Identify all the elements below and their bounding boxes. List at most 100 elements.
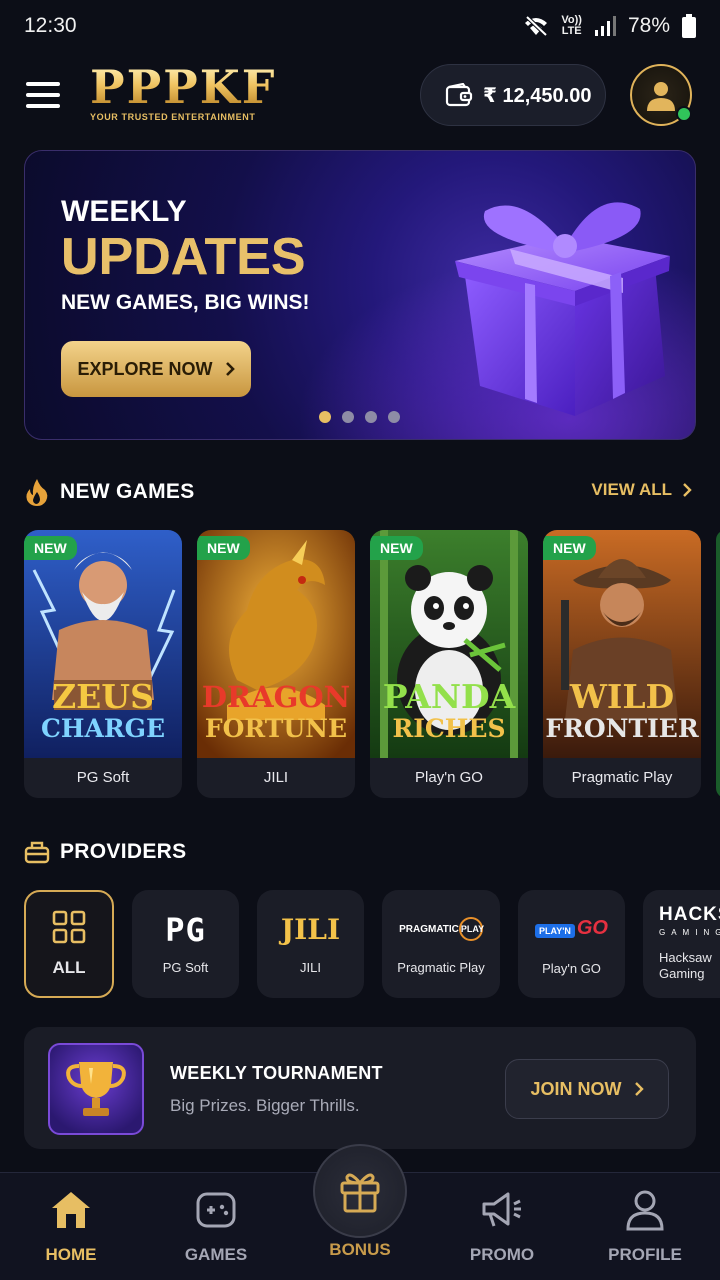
logo-subtitle: YOUR TRUSTED ENTERTAINMENT	[90, 112, 256, 122]
nav-bonus-button[interactable]	[313, 1144, 407, 1238]
provider-label: Hacksaw Gaming	[659, 950, 712, 981]
join-now-label: JOIN NOW	[530, 1078, 622, 1099]
explore-now-button[interactable]: EXPLORE NOW	[61, 341, 251, 397]
carousel-indicator	[319, 411, 400, 423]
nav-bonus-label: BONUS	[329, 1240, 391, 1259]
game-provider: JILI	[197, 758, 355, 798]
chevron-right-icon	[683, 483, 692, 497]
carousel-dot-3[interactable]	[365, 411, 377, 423]
game-title: DRAGON FORTUNE	[201, 680, 351, 743]
game-title: WILD FRONTIER	[545, 677, 699, 744]
nav-games[interactable]: GAMES	[156, 1187, 276, 1265]
nav-promo[interactable]: PROMO	[442, 1187, 562, 1265]
new-games-title: NEW GAMES	[60, 480, 195, 503]
signal-icon	[594, 16, 616, 36]
online-status-dot	[676, 106, 692, 122]
view-all-link[interactable]: VIEW ALL	[591, 480, 692, 500]
providers-title: PROVIDERS	[60, 840, 187, 863]
status-indicators: Vo)) LTE 78%	[523, 14, 696, 38]
pragmatic-play-logo: PRAGMATIC PLAY	[399, 914, 484, 946]
battery-icon	[682, 14, 696, 38]
next-game-peek[interactable]	[716, 530, 720, 798]
carousel-dot-1[interactable]	[319, 411, 331, 423]
new-badge: NEW	[543, 536, 596, 560]
avatar[interactable]	[630, 64, 692, 126]
join-now-button[interactable]: JOIN NOW	[505, 1059, 669, 1119]
wifi-off-icon	[525, 15, 548, 37]
game-card-wild-frontier[interactable]: NEW WILD FRONTIER Pragmatic Play	[543, 530, 701, 798]
nav-home[interactable]: HOME	[11, 1187, 131, 1265]
gamepad-icon	[196, 1192, 236, 1228]
provider-label: PG Soft	[162, 959, 209, 975]
megaphone-icon	[482, 1192, 521, 1227]
trophy-icon	[48, 1043, 144, 1135]
hacksaw-logo: HACKSAWGAMING	[659, 904, 720, 937]
flame-icon	[26, 479, 48, 506]
gift-box-illustration	[455, 202, 670, 416]
wallet-icon	[445, 83, 473, 107]
carousel-dot-4[interactable]	[388, 411, 400, 423]
app-header: PPPKF YOUR TRUSTED ENTERTAINMENT ₹ 12,45…	[0, 62, 720, 128]
status-bar: 12:30 Vo)) LTE 78%	[0, 0, 720, 52]
nav-label: HOME	[45, 1245, 97, 1264]
gift-icon	[340, 1173, 380, 1213]
grid-icon	[52, 910, 86, 944]
game-title: PANDA RICHES	[382, 677, 516, 744]
providers-header: PROVIDERS	[24, 836, 696, 868]
promo-banner[interactable]: WEEKLY UPDATES NEW GAMES, BIG WINS! EXPL…	[24, 150, 696, 440]
provider-jili[interactable]: JILI JILI	[257, 890, 364, 998]
user-icon	[647, 82, 675, 111]
explore-now-label: EXPLORE NOW	[77, 358, 213, 379]
nav-label: PROMO	[469, 1245, 535, 1264]
game-provider: Pragmatic Play	[543, 758, 701, 798]
provider-all[interactable]: ALL	[24, 890, 114, 998]
game-card-zeus-charge[interactable]: NEW ZEUS CHARGE PG Soft	[24, 530, 182, 798]
view-all-label: VIEW ALL	[591, 480, 672, 499]
game-provider: PG Soft	[24, 758, 182, 798]
chevron-right-icon	[225, 362, 235, 376]
nav-profile[interactable]: PROFILE	[585, 1187, 705, 1265]
wallet-amount: ₹ 12,450.00	[483, 84, 592, 107]
tournament-card[interactable]: WEEKLY TOURNAMENT Big Prizes. Bigger Thr…	[24, 1027, 696, 1149]
menu-icon[interactable]	[26, 82, 60, 108]
provider-label: JILI	[300, 959, 321, 975]
logo-title: PPPKF	[90, 60, 277, 114]
banner-line-1: WEEKLY	[61, 195, 187, 228]
new-badge: NEW	[197, 536, 250, 560]
user-icon	[626, 1190, 664, 1231]
providers-list: ALL PG PG Soft JILI JILI PRAGMATIC PLAY P…	[24, 890, 720, 1000]
new-badge: NEW	[24, 536, 77, 560]
jili-logo: JILI	[280, 912, 341, 946]
banner-text-block: WEEKLY UPDATES NEW GAMES, BIG WINS!	[61, 195, 310, 315]
nav-label: GAMES	[184, 1245, 248, 1264]
banner-line-3: NEW GAMES, BIG WINS!	[61, 291, 310, 314]
banner-line-2: UPDATES	[61, 229, 310, 285]
brand-logo[interactable]: PPPKF YOUR TRUSTED ENTERTAINMENT	[90, 64, 276, 122]
provider-label: Play'n GO	[542, 961, 601, 976]
network-bottom-label: LTE	[561, 25, 582, 37]
wallet-balance-button[interactable]: ₹ 12,450.00	[420, 64, 606, 126]
tournament-subtitle: Big Prizes. Bigger Thrills.	[170, 1096, 360, 1115]
game-provider: Play'n GO	[370, 758, 528, 798]
game-card-dragon-fortune[interactable]: NEW DRAGON FORTUNE JILI	[197, 530, 355, 798]
game-card-panda-riches[interactable]: NEW PANDA RICHES Play'n GO	[370, 530, 528, 798]
new-games-header: NEW GAMES VIEW ALL	[24, 476, 696, 508]
provider-icon	[24, 841, 50, 864]
battery-percent: 78%	[627, 14, 670, 37]
home-icon	[52, 1192, 90, 1228]
provider-label: Pragmatic Play	[397, 959, 485, 975]
provider-pragmatic-play[interactable]: PRAGMATIC PLAY Pragmatic Play	[382, 890, 500, 998]
provider-pg-soft[interactable]: PG PG Soft	[132, 890, 239, 998]
new-games-list: NEW ZEUS CHARGE PG Soft NEW DRAGON FORTU…	[24, 530, 720, 800]
playngo-logo: PLAY'N GO	[535, 912, 608, 947]
new-badge: NEW	[370, 536, 423, 560]
game-title: ZEUS CHARGE	[40, 677, 166, 744]
carousel-dot-2[interactable]	[342, 411, 354, 423]
provider-playngo[interactable]: PLAY'N GO Play'n GO	[518, 890, 625, 998]
network-type: Vo)) LTE	[561, 15, 582, 37]
nav-label: PROFILE	[608, 1245, 682, 1264]
chevron-right-icon	[634, 1082, 644, 1096]
tournament-title: WEEKLY TOURNAMENT	[170, 1063, 383, 1083]
status-time: 12:30	[24, 14, 77, 37]
provider-hacksaw-gaming[interactable]: HACKSAWGAMING Hacksaw Gaming	[643, 890, 720, 998]
